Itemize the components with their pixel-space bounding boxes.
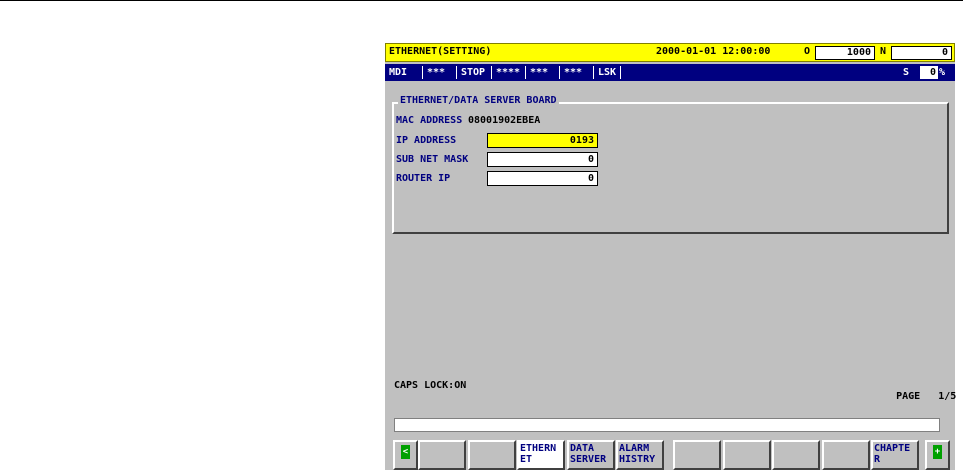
softkey-2[interactable]: [468, 440, 516, 470]
subnet-mask-field[interactable]: 0: [487, 152, 598, 167]
router-ip-label: ROUTER IP: [396, 173, 451, 184]
spindle-value: 0: [920, 66, 938, 79]
softkey-next[interactable]: +: [925, 440, 950, 470]
status-bar: MDI *** STOP **** *** *** LSK S 0 %: [385, 64, 955, 81]
key-input-line[interactable]: [394, 418, 940, 432]
status-field-4: ***: [562, 66, 594, 79]
status-field-1: ***: [425, 66, 457, 79]
softkey-8[interactable]: [772, 440, 820, 470]
softkey-bar: < ETHERN ET DATA SERVER ALARM HISTRY CHA…: [385, 438, 955, 470]
mac-address-value: 08001902EBEA: [468, 115, 541, 126]
datetime: 2000-01-01 12:00:00: [656, 46, 771, 57]
softkey-prev[interactable]: <: [393, 440, 418, 470]
status-field-2: ****: [494, 66, 526, 79]
mode-indicator: MDI: [387, 66, 423, 79]
softkey-chapter[interactable]: CHAPTE R: [871, 440, 919, 470]
ip-address-label: IP ADDRESS: [396, 135, 457, 146]
softkey-9[interactable]: [822, 440, 870, 470]
caps-lock-status: CAPS LOCK:ON: [394, 380, 467, 391]
softkey-data-server[interactable]: DATA SERVER: [567, 440, 615, 470]
top-rule: [0, 0, 963, 1]
softkey-6[interactable]: [673, 440, 721, 470]
lsk-indicator: LSK: [596, 66, 621, 79]
router-ip-field[interactable]: 0: [487, 171, 598, 186]
ip-address-field[interactable]: 0193: [487, 133, 598, 148]
subnet-mask-label: SUB NET MASK: [396, 154, 469, 165]
cnc-screen: ETHERNET(SETTING) 2000-01-01 12:00:00 O …: [385, 43, 956, 470]
page-label: PAGE: [896, 391, 921, 402]
page-value: 1/5: [938, 391, 957, 402]
left-arrow-icon: <: [401, 445, 410, 459]
status-field-3: ***: [528, 66, 560, 79]
o-label: O: [804, 46, 811, 57]
program-number: 1000: [815, 46, 875, 60]
mac-address-label: MAC ADDRESS: [396, 115, 463, 126]
panel-title: ETHERNET/DATA SERVER BOARD: [398, 95, 559, 106]
run-state: STOP: [459, 66, 492, 79]
screen-title: ETHERNET(SETTING): [389, 46, 492, 57]
softkey-alarm-history[interactable]: ALARM HISTRY: [616, 440, 664, 470]
softkey-7[interactable]: [723, 440, 771, 470]
title-bar: ETHERNET(SETTING) 2000-01-01 12:00:00 O …: [385, 43, 955, 62]
page-indicator: PAGE 1/5: [872, 380, 956, 413]
percent-sign: %: [939, 67, 946, 78]
softkey-1[interactable]: [418, 440, 466, 470]
plus-icon: +: [933, 445, 942, 459]
softkey-ethernet[interactable]: ETHERN ET: [517, 440, 565, 470]
sequence-number: 0: [891, 46, 952, 60]
n-label: N: [880, 46, 887, 57]
spindle-label: S: [903, 67, 910, 78]
